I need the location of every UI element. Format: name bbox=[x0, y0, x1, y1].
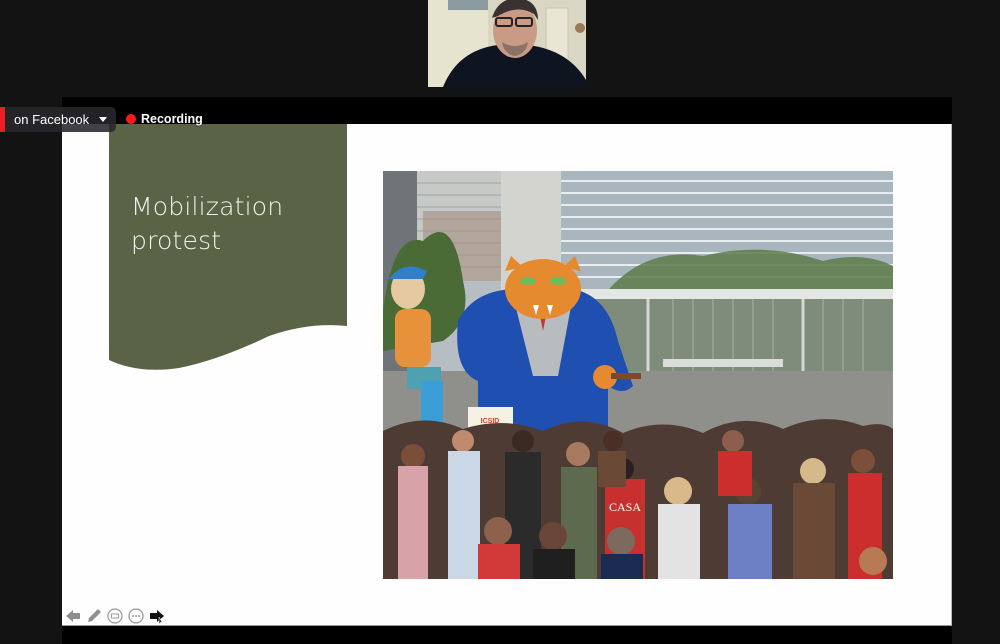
ellipsis-icon bbox=[128, 608, 144, 624]
slide-sorter-button[interactable] bbox=[106, 607, 124, 625]
pen-tool-button[interactable] bbox=[85, 607, 103, 625]
previous-slide-button[interactable] bbox=[64, 607, 82, 625]
slideshow-controls bbox=[64, 606, 166, 626]
live-indicator-bar bbox=[0, 107, 5, 132]
slide-title-line-2: protest bbox=[131, 226, 222, 255]
slide-title-line-1: Mobilization bbox=[131, 192, 284, 221]
livestream-label: on Facebook bbox=[14, 112, 90, 127]
title-banner: Mobilization protest bbox=[109, 124, 347, 374]
participant-video-feed bbox=[428, 0, 586, 87]
recording-indicator[interactable]: Recording bbox=[126, 111, 203, 127]
more-options-button[interactable] bbox=[127, 607, 145, 625]
slides-icon bbox=[107, 608, 123, 624]
livestream-status-dropdown[interactable]: on Facebook bbox=[0, 107, 116, 132]
chevron-down-icon bbox=[99, 117, 108, 122]
record-dot-icon bbox=[126, 114, 136, 124]
pencil-icon bbox=[88, 609, 101, 622]
arrow-right-icon bbox=[150, 610, 164, 624]
recording-label: Recording bbox=[141, 112, 203, 126]
slide-title: Mobilization protest bbox=[131, 190, 341, 258]
participant-video-tile[interactable] bbox=[428, 0, 586, 87]
presentation-slide: Mobilization protest ICSID CASA bbox=[62, 124, 952, 626]
photo-shirt-text: CASA bbox=[609, 500, 641, 514]
next-slide-button[interactable] bbox=[148, 607, 166, 625]
protest-photo: ICSID CASA bbox=[383, 171, 893, 579]
arrow-left-icon bbox=[66, 610, 80, 622]
